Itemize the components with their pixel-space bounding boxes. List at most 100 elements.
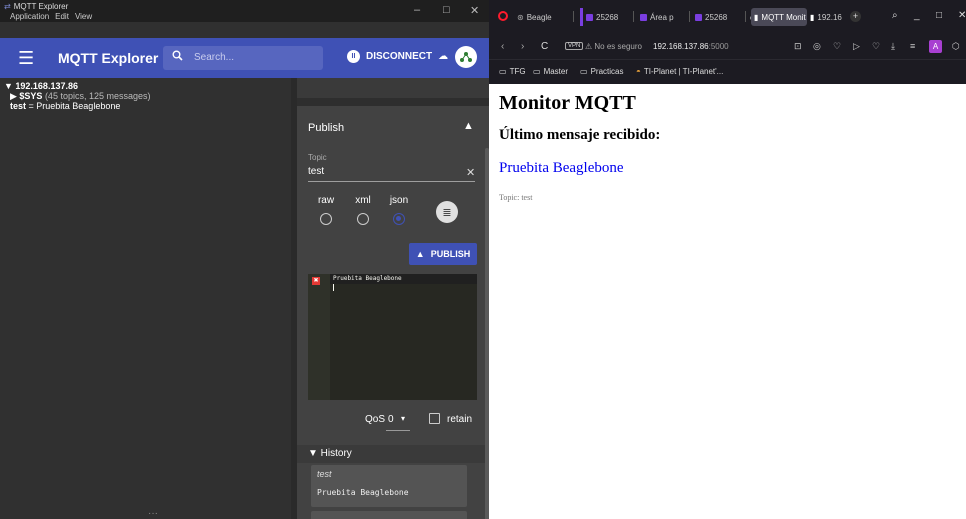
browser-maximize-button[interactable]: □ bbox=[936, 10, 942, 21]
topic-tree: ▼ 192.168.137.86 ▶ $SYS (45 topics, 125 … bbox=[0, 78, 291, 519]
publish-button[interactable]: ▲ PUBLISH bbox=[409, 243, 477, 265]
browser-close-button[interactable]: ✕ bbox=[958, 10, 966, 21]
maximize-button[interactable]: □ bbox=[443, 4, 450, 16]
folder-icon: ▭ bbox=[499, 67, 507, 76]
search-input[interactable]: Search... bbox=[163, 46, 323, 70]
topic-label: Topic bbox=[308, 153, 327, 162]
topic-underline bbox=[308, 181, 475, 182]
security-warning[interactable]: ⚠ No es seguro bbox=[585, 42, 642, 51]
file-icon: ▮ bbox=[754, 12, 759, 22]
tab-25268-b[interactable]: 25268 bbox=[692, 8, 742, 26]
details-sidebar: Publish ▲ Topic test ✕ raw xml json ≣ ▲ … bbox=[297, 78, 489, 519]
disconnect-button[interactable]: II DISCONNECT ☁ bbox=[347, 50, 448, 63]
format-radio-raw[interactable] bbox=[320, 213, 332, 225]
bookmark-practicas[interactable]: ▭ Practicas bbox=[580, 67, 623, 76]
connection-avatar-icon[interactable] bbox=[455, 46, 477, 68]
sidebar-separator bbox=[297, 98, 489, 106]
snapshot-icon[interactable]: ⊡ bbox=[794, 41, 802, 52]
bookmark-master[interactable]: ▭ Master bbox=[533, 67, 568, 76]
ms-icon bbox=[695, 13, 702, 21]
format-label-json: json bbox=[389, 195, 409, 206]
download-icon[interactable]: ⤓ bbox=[891, 41, 895, 52]
publish-heading[interactable]: Publish bbox=[308, 122, 344, 134]
url-field[interactable]: 192.168.137.86:5000 bbox=[653, 42, 729, 51]
format-radio-json[interactable] bbox=[393, 213, 405, 225]
menu-view[interactable]: View bbox=[75, 12, 92, 21]
tree-root-node[interactable]: ▼ 192.168.137.86 bbox=[4, 81, 287, 91]
publish-label: PUBLISH bbox=[430, 249, 471, 259]
bookmarks-bar: ▭ TFG ▭ Master ▭ Practicas ◓ TI-Planet | TI-… bbox=[489, 59, 966, 84]
forward-icon[interactable]: › bbox=[521, 41, 524, 52]
history-item-topic: test bbox=[317, 469, 332, 479]
tab-25268-a[interactable]: 25268 bbox=[580, 8, 630, 26]
format-radio-xml[interactable] bbox=[357, 213, 369, 225]
menu-edit[interactable]: Edit bbox=[55, 12, 69, 21]
mqtt-titlebar: ⇄ MQTT Explorer Application Edit View – … bbox=[0, 0, 489, 22]
collapse-icon[interactable]: ▲ bbox=[463, 120, 474, 132]
camera-icon[interactable]: ◎ bbox=[813, 41, 821, 52]
pause-icon: II bbox=[347, 50, 360, 63]
back-icon[interactable]: ‹ bbox=[501, 41, 504, 52]
qos-select[interactable]: 0 bbox=[388, 414, 394, 425]
history-item[interactable] bbox=[311, 511, 467, 519]
tab-192[interactable]: ▮ 192.16 bbox=[807, 8, 851, 26]
tab-area[interactable]: Área p bbox=[637, 8, 687, 26]
format-label-raw: raw bbox=[317, 195, 335, 206]
retain-label: retain bbox=[447, 414, 473, 425]
tab-separator bbox=[633, 11, 634, 22]
shield-icon[interactable]: ♡ bbox=[833, 41, 841, 52]
vpn-badge[interactable]: VPN bbox=[565, 42, 584, 50]
format-label-xml: xml bbox=[355, 195, 371, 206]
bookmark-ti-planet[interactable]: ◓ TI-Planet | TI-Planet'... bbox=[636, 67, 723, 76]
qos-label: QoS bbox=[365, 414, 386, 425]
heart-icon[interactable]: ♡ bbox=[872, 41, 880, 52]
web-page: Monitor MQTT Último mensaje recibido: Pr… bbox=[489, 84, 966, 519]
url-host: 192.168.137.86 bbox=[653, 42, 709, 51]
retain-checkbox[interactable] bbox=[429, 413, 440, 424]
app-logo-icon: ⇄ bbox=[4, 2, 11, 11]
editor-cursor bbox=[333, 284, 334, 291]
menu-application[interactable]: Application bbox=[10, 12, 49, 21]
browser-minimize-button[interactable]: _ bbox=[914, 10, 920, 21]
ms-icon bbox=[586, 13, 593, 21]
close-button[interactable]: ✕ bbox=[470, 4, 479, 17]
payload-editor[interactable]: ✖ Pruebita Beaglebone bbox=[308, 274, 477, 400]
history-heading: ▼ History bbox=[308, 448, 352, 459]
drag-handle-icon[interactable]: ⋮ bbox=[294, 307, 303, 318]
window-title: ⇄ MQTT Explorer bbox=[4, 2, 69, 11]
topic-input[interactable]: test bbox=[308, 166, 324, 177]
opera-logo-icon[interactable] bbox=[498, 11, 508, 21]
history-item-message: Pruebita Beaglebone bbox=[317, 488, 409, 497]
site-icon: ◓ bbox=[636, 67, 641, 76]
tab-search-icon[interactable]: ⌕ bbox=[892, 10, 898, 21]
tab-beagle[interactable]: ⊛ Beagle bbox=[514, 8, 569, 26]
new-tab-button[interactable]: + bbox=[850, 11, 861, 22]
history-header[interactable]: ▼ History bbox=[297, 445, 485, 463]
editor-text: Pruebita Beaglebone bbox=[333, 275, 402, 282]
reload-icon[interactable]: C bbox=[541, 41, 548, 52]
tree-node-sys[interactable]: ▶ $SYS (45 topics, 125 messages) bbox=[4, 91, 287, 101]
extension-badge[interactable]: A bbox=[929, 40, 942, 53]
tab-mqtt-monitor[interactable]: ▮ MQTT Monit bbox=[751, 8, 807, 26]
resize-dots[interactable]: ··· bbox=[148, 509, 158, 519]
history-item[interactable]: test Pruebita Beaglebone bbox=[311, 465, 467, 507]
cube-icon[interactable]: ⬡ bbox=[952, 41, 960, 52]
bookmark-tfg[interactable]: ▭ TFG bbox=[499, 67, 526, 76]
menu-icon[interactable]: ☰ bbox=[18, 48, 34, 69]
mqtt-explorer-window: ⇄ MQTT Explorer Application Edit View – … bbox=[0, 0, 489, 519]
tree-node-sys-name: ▶ $SYS bbox=[10, 91, 43, 101]
format-json-icon[interactable]: ≣ bbox=[436, 201, 458, 223]
page-subtitle: Último mensaje recibido: bbox=[499, 127, 661, 143]
menu-bar: Application Edit View bbox=[10, 12, 92, 21]
message-topic: Topic: test bbox=[499, 193, 533, 202]
browser-window: ⊛ Beagle 25268 Área p 25268 ◉ pnavar bbox=[489, 0, 966, 519]
error-marker-icon: ✖ bbox=[312, 277, 320, 285]
tree-node-test[interactable]: test = Pruebita Beaglebone bbox=[4, 101, 287, 111]
chevron-down-icon[interactable]: ▾ bbox=[401, 414, 405, 423]
editor-gutter bbox=[308, 274, 330, 400]
minimize-button[interactable]: – bbox=[414, 4, 420, 16]
search-icon bbox=[172, 50, 183, 64]
easy-setup-icon[interactable]: ≡ bbox=[910, 41, 915, 51]
clear-topic-icon[interactable]: ✕ bbox=[466, 166, 475, 179]
play-icon[interactable]: ▷ bbox=[853, 41, 860, 52]
